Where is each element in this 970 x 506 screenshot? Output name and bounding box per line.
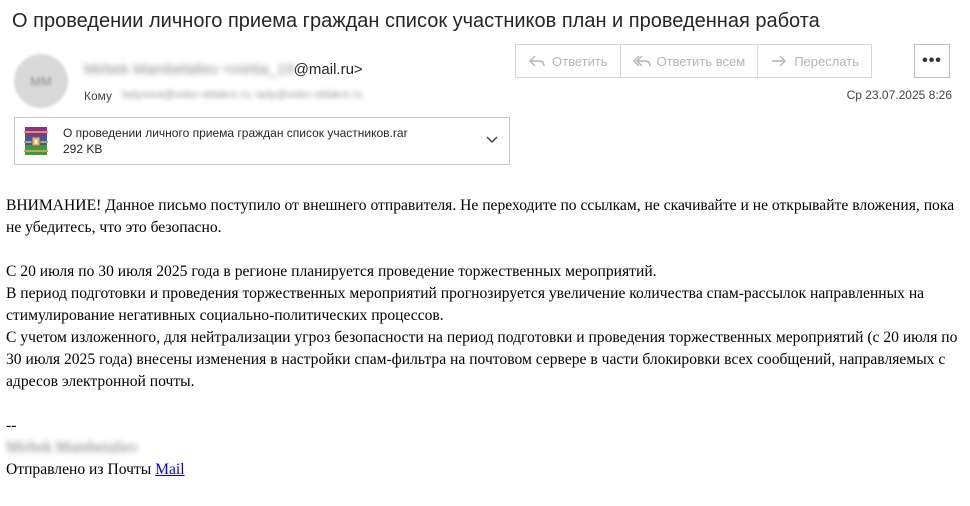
forward-label: Переслать bbox=[794, 53, 859, 69]
signature-name-redacted: Mirbek Mambetaliev bbox=[6, 439, 139, 456]
sender-name-redacted: Mirbek Mambetaliev <mirba_19 bbox=[84, 61, 294, 78]
sender-address[interactable]: Mirbek Mambetaliev <mirba_19 @mail.ru> bbox=[84, 61, 363, 78]
mail-app-link[interactable]: Mail bbox=[155, 461, 184, 478]
recipients-redacted[interactable]: ladyrova@osko-oblakm.ru; lady@osko-oblak… bbox=[122, 89, 363, 103]
reply-all-label: Ответить всем bbox=[656, 53, 746, 69]
attachment-size: 292 KB bbox=[63, 142, 103, 156]
reply-button[interactable]: Ответить bbox=[516, 45, 621, 77]
recipients-row: Кому ladyrova@osko-oblakm.ru; lady@osko-… bbox=[84, 89, 363, 103]
chevron-down-icon[interactable] bbox=[485, 132, 499, 146]
sent-from-line: Отправлено из Почты Mail bbox=[6, 459, 961, 481]
attachment-card[interactable]: О проведении личного приема граждан спис… bbox=[14, 117, 510, 165]
message-actions: Ответить Ответить всем Переслать bbox=[515, 44, 872, 78]
sent-date: Ср 23.07.2025 8:26 bbox=[846, 88, 952, 102]
forward-button[interactable]: Переслать bbox=[758, 45, 871, 77]
body-paragraph-1: С 20 июля по 30 июля 2025 года в регионе… bbox=[6, 263, 657, 280]
to-label: Кому bbox=[84, 89, 113, 103]
more-actions-button[interactable]: ••• bbox=[914, 44, 950, 78]
reply-label: Ответить bbox=[552, 53, 608, 69]
avatar-initials: MM bbox=[30, 73, 52, 89]
sender-avatar: MM bbox=[14, 54, 68, 108]
email-subject: О проведении личного приема граждан спис… bbox=[12, 10, 820, 32]
reply-icon bbox=[529, 55, 545, 67]
sender-domain: @mail.ru> bbox=[293, 61, 363, 78]
sent-from-text: Отправлено из Почты bbox=[6, 461, 156, 478]
attachment-filename: О проведении личного приема граждан спис… bbox=[63, 126, 408, 140]
body-paragraph-3: С учетом изложенного, для нейтрализации … bbox=[6, 329, 958, 390]
reply-all-button[interactable]: Ответить всем bbox=[621, 45, 759, 77]
message-body: ВНИМАНИЕ! Данное письмо поступило от вне… bbox=[6, 195, 961, 481]
body-paragraph-2: В период подготовки и проведения торжест… bbox=[6, 285, 925, 324]
signature-separator: -- bbox=[6, 417, 17, 434]
reply-all-icon bbox=[632, 55, 651, 67]
rar-archive-icon bbox=[24, 127, 48, 155]
external-sender-warning: ВНИМАНИЕ! Данное письмо поступило от вне… bbox=[6, 197, 955, 236]
forward-icon bbox=[772, 55, 787, 67]
